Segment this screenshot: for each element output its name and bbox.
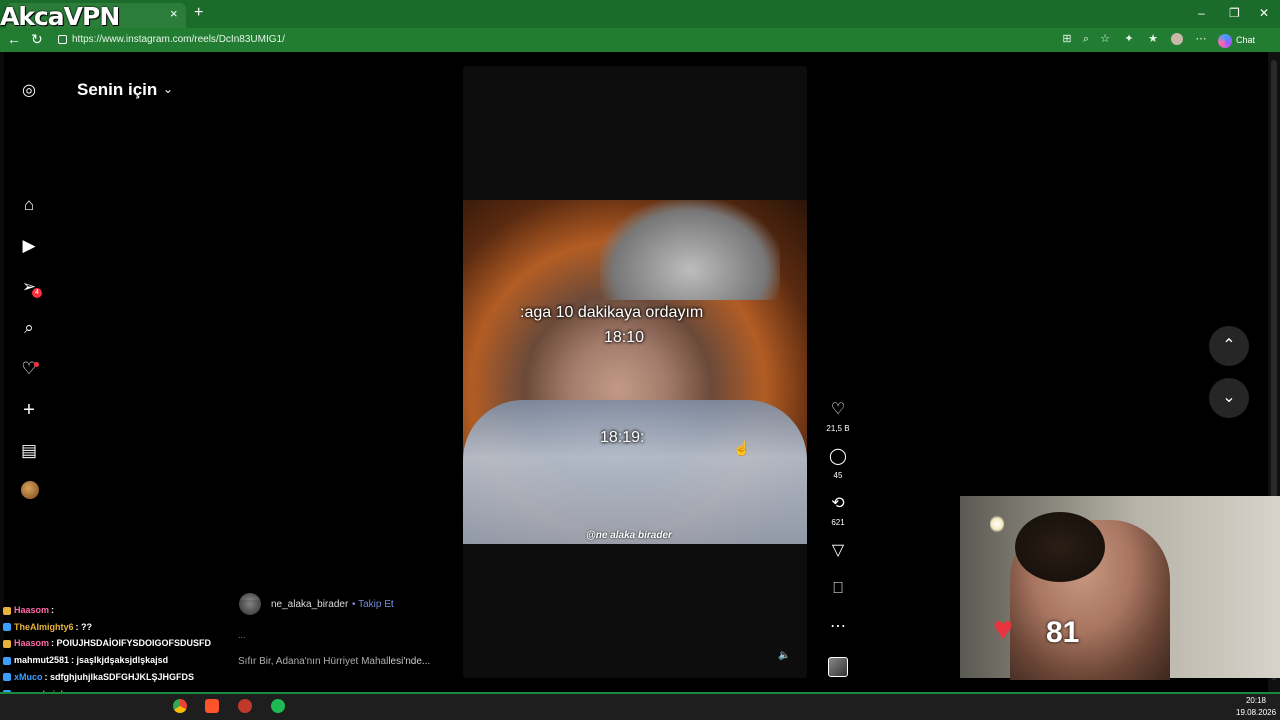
video-caption-line2: 18:10 [604, 329, 645, 346]
close-window-icon[interactable]: ✕ [1259, 6, 1269, 20]
comment-count: 45 [833, 471, 843, 480]
extension-icon[interactable]: ✦ [1123, 33, 1135, 45]
maximize-icon[interactable]: ❐ [1229, 6, 1240, 20]
zoom-icon[interactable]: ⌕ [1080, 33, 1092, 45]
copilot-chat-button[interactable]: Chat [1218, 32, 1255, 48]
dashboard-icon[interactable]: ▤ [19, 441, 39, 461]
comment-icon[interactable]: ◯ [828, 447, 848, 467]
bookmark-icon[interactable]: ⎕ [828, 579, 848, 599]
chat-username: Haasom [14, 605, 50, 615]
like-heart-icon[interactable]: ♡ [828, 400, 848, 420]
screen: AkcaVPN × + – ❐ ✕ ← ↻ https://www.instag… [0, 0, 1280, 720]
repost-count: 621 [831, 518, 845, 527]
heart-rate-icon: ♥ [993, 610, 1014, 648]
app-install-icon[interactable]: ⊞ [1061, 33, 1073, 45]
chrome-taskbar-icon[interactable] [173, 699, 187, 713]
chat-badge-icon [3, 656, 11, 665]
chat-text: : POIUJHSDAİOIFYSDOIGOFSDUSFD [51, 638, 212, 649]
webcam-person-hair [1015, 512, 1105, 582]
video-caption-line1: :aga 10 dakikaya ordayım [520, 304, 704, 321]
like-count: 21,5 B [826, 424, 850, 433]
feed-selector-title[interactable]: Senin için [77, 80, 157, 100]
repost-icon[interactable]: ⟲ [828, 494, 848, 514]
search-icon[interactable]: ⌕ [19, 318, 39, 338]
reels-icon[interactable]: ▶ [19, 236, 39, 256]
create-plus-icon[interactable]: + [19, 400, 39, 420]
favorite-star-icon[interactable]: ☆ [1099, 33, 1111, 45]
url-field[interactable]: https://www.instagram.com/reels/DcIn83UM… [72, 34, 285, 45]
mute-icon[interactable]: 🔈 [778, 650, 790, 661]
profile-icon[interactable] [1171, 33, 1183, 45]
taskbar [0, 692, 1280, 720]
chat-message: TheAlmighty6: ?? [3, 622, 92, 632]
chat-username: TheAlmighty6 [14, 621, 74, 632]
next-reel-button[interactable]: ⌄ [1209, 378, 1249, 418]
favorites-icon[interactable]: ★ [1147, 33, 1159, 45]
heart-rate-value: 81 [1046, 616, 1080, 649]
chat-text: : [51, 605, 55, 615]
tab-close-icon[interactable]: × [170, 6, 178, 21]
chat-badge-icon [3, 640, 11, 649]
more-menu-icon[interactable]: ⋯ [1195, 33, 1207, 45]
previous-reel-button[interactable]: ⌃ [1209, 326, 1249, 366]
chat-username: Haasom [14, 638, 50, 649]
chat-badge-icon [3, 606, 11, 615]
video-person-hair [600, 200, 780, 300]
minimize-icon[interactable]: – [1198, 6, 1205, 20]
site-info-icon[interactable] [58, 35, 67, 44]
chat-message: Haasom: [3, 605, 54, 615]
messages-badge: 4 [32, 288, 42, 298]
more-options-icon[interactable]: ⋯ [828, 617, 848, 637]
app-taskbar-icon[interactable] [238, 699, 252, 713]
chat-message: Haasom: POIUJHSDAİOIFYSDOIGOFSDUSFD [3, 638, 211, 648]
chat-text: : jsaşlkjdşaksjdlşkajsd [71, 655, 169, 666]
profile-avatar[interactable] [21, 481, 39, 499]
mouse-cursor-icon: ☝ [733, 440, 751, 456]
chat-username: mahmut2581 [14, 655, 70, 666]
spotify-taskbar-icon[interactable] [271, 699, 285, 713]
chat-text: : sdfghjuhjlkaSDFGHJKLŞJHGFDS [44, 671, 195, 682]
instagram-logo-icon[interactable]: ◎ [19, 81, 39, 101]
audio-thumbnail[interactable] [828, 657, 848, 677]
chat-username: xMuco [14, 671, 43, 682]
home-icon[interactable]: ⌂ [19, 195, 39, 215]
clock-time: 20:18 [1245, 696, 1266, 705]
video-person-shirt [463, 400, 807, 544]
back-icon[interactable]: ← [7, 31, 21, 47]
new-tab-button[interactable]: + [194, 4, 203, 22]
copilot-icon [1218, 33, 1232, 48]
chat-label: Chat [1236, 35, 1256, 45]
clock-date: 19.08.2026 [1236, 708, 1277, 717]
chat-message: mahmut2581: jsaşlkjdşaksjdlşkajsd [3, 655, 168, 665]
chat-text: : ?? [75, 621, 93, 632]
chat-badge-icon [3, 623, 11, 632]
browser-tab-bar [0, 0, 1280, 28]
share-icon[interactable]: ▽ [828, 541, 848, 561]
chat-badge-icon [3, 673, 11, 682]
brave-taskbar-icon[interactable] [205, 699, 219, 713]
notification-dot [34, 362, 39, 367]
chat-message: xMuco: sdfghjuhjlkaSDFGHJKLŞJHGFDS [3, 672, 194, 682]
video-watermark: @ne alaka birader [586, 530, 672, 541]
chevron-down-icon[interactable]: ⌄ [163, 82, 173, 96]
webcam-lamp [990, 515, 1004, 533]
vpn-brand-logo: AkcaVPN [0, 2, 120, 31]
reload-icon[interactable]: ↻ [31, 31, 43, 48]
video-caption-line3: 18:19: [600, 429, 645, 446]
